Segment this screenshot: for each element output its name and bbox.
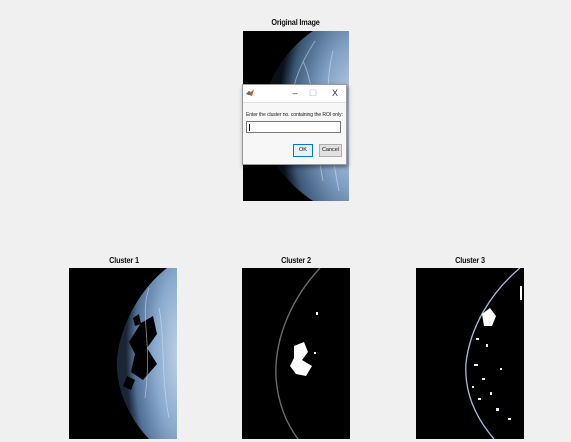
dialog-title-bar[interactable]: – ☐ X [243,85,346,103]
cluster-3-axes [416,268,524,439]
cluster-number-input[interactable] [246,121,341,133]
cluster-1-image [69,268,177,439]
matlab-icon [246,89,254,96]
text-caret [249,124,250,131]
ok-button[interactable]: OK [293,144,313,157]
cancel-button[interactable]: Cancel [319,144,342,157]
cluster-1-axes [69,268,177,439]
cluster-2-title: Cluster 2 [281,255,311,265]
minimize-button[interactable]: – [287,86,303,100]
original-image-title: Original Image [271,17,320,27]
dialog-prompt: Enter the cluster no. containing the ROI… [246,112,343,118]
close-button[interactable]: X [327,86,343,100]
cluster-3-image [416,268,524,439]
cluster-1-title: Cluster 1 [109,255,139,265]
cluster-2-axes [242,268,350,439]
cluster-input-dialog: – ☐ X Enter the cluster no. containing t… [242,84,347,165]
cluster-2-image [242,268,350,439]
cluster-3-title: Cluster 3 [455,255,485,265]
maximize-button[interactable]: ☐ [305,86,321,100]
